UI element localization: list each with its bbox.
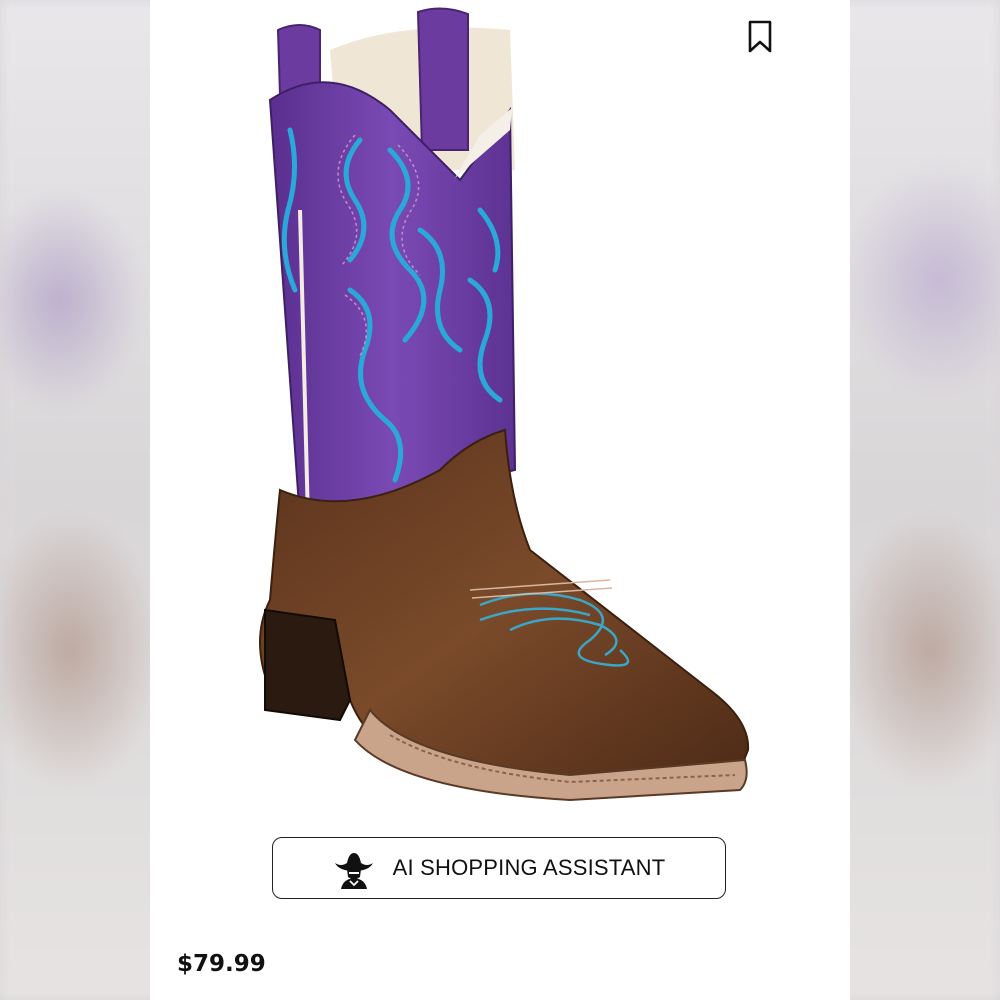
ai-shopping-assistant-button[interactable]: AI SHOPPING ASSISTANT [272,837,726,899]
ai-assistant-label: AI SHOPPING ASSISTANT [392,855,666,880]
product-image[interactable] [150,0,850,820]
cowboy-icon [334,853,373,889]
bookmark-icon[interactable] [747,20,773,54]
price: $79.99 [177,951,266,977]
product-card: AI SHOPPING ASSISTANT $79.99 [150,0,850,1000]
